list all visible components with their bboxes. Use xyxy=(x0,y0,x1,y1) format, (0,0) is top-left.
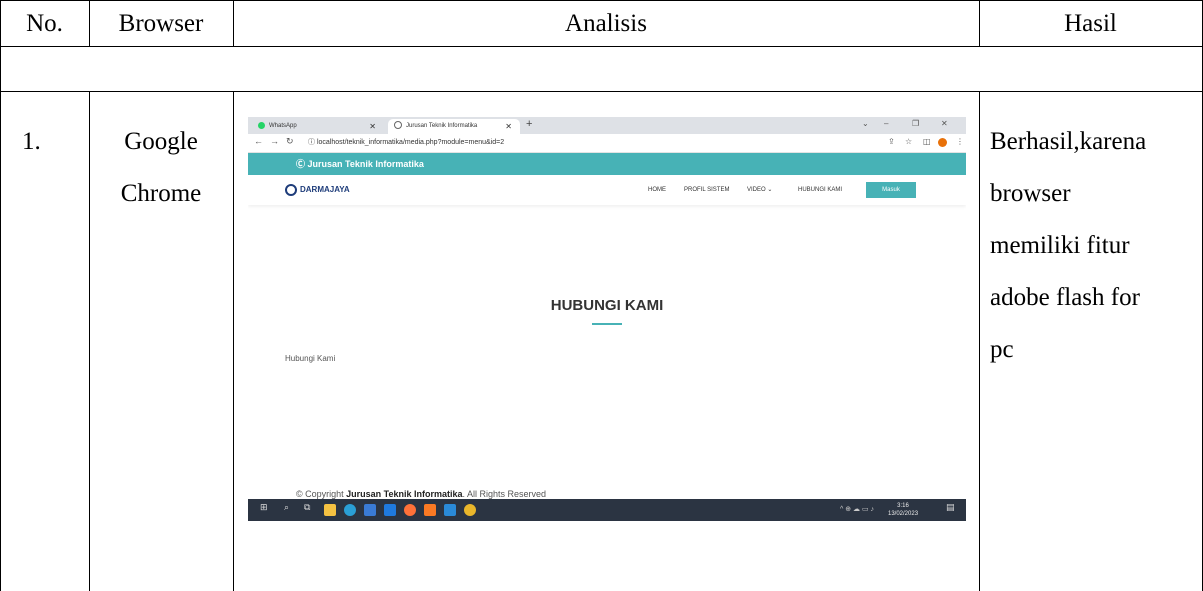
site-navbar: DARMAJAYA HOME PROFIL SISTEM VIDEO ⌄ HUB… xyxy=(248,175,966,205)
tab-jurusan[interactable]: Jurusan Teknik Informatika ✕ xyxy=(388,119,520,134)
address-bar-row: ← → ↻ ⓘ localhost/teknik_informatika/med… xyxy=(248,134,966,153)
forward-icon[interactable]: → xyxy=(270,136,279,146)
clock-time: 3:16 xyxy=(897,503,909,509)
profile-avatar[interactable] xyxy=(938,138,947,147)
header-hasil: Hasil xyxy=(1064,10,1117,37)
window-close-icon[interactable]: ✕ xyxy=(941,119,948,128)
file-explorer-icon[interactable] xyxy=(324,504,336,516)
minimize-icon[interactable]: – xyxy=(884,119,888,128)
site-top-bar: Ⓒ Jurusan Teknik Informatika xyxy=(248,153,966,175)
browser-name-line1: Google xyxy=(124,128,198,155)
table-empty-row-divider xyxy=(0,91,1203,92)
result-line-2: browser xyxy=(990,180,1071,207)
header-no: No. xyxy=(26,10,63,37)
copyright-bold: Jurusan Teknik Informatika xyxy=(346,489,463,499)
chevron-down-icon[interactable]: ⌄ xyxy=(862,119,869,128)
browser-screenshot: WhatsApp ✕ Jurusan Teknik Informatika ✕ … xyxy=(248,117,966,521)
star-icon[interactable]: ☆ xyxy=(905,137,912,146)
result-line-1: Berhasil,karena xyxy=(990,128,1147,155)
firefox-icon[interactable] xyxy=(404,504,416,516)
result-line-5: pc xyxy=(990,336,1014,363)
close-icon[interactable]: ✕ xyxy=(505,119,512,134)
copyright-prefix: © Copyright xyxy=(296,489,347,499)
site-top-bar-text: Ⓒ Jurusan Teknik Informatika xyxy=(296,159,424,169)
tab-label: WhatsApp xyxy=(269,123,297,129)
page-body-text: Hubungi Kami xyxy=(285,354,336,363)
task-view-icon[interactable]: ⧉ xyxy=(304,502,310,513)
xampp-icon[interactable] xyxy=(424,504,436,516)
masuk-button[interactable]: Masuk xyxy=(866,182,916,198)
chrome-icon[interactable] xyxy=(464,504,476,516)
browser-name-line2: Chrome xyxy=(120,180,202,207)
clock-date: 13/02/2023 xyxy=(888,511,919,517)
new-tab-button[interactable]: + xyxy=(526,118,532,130)
close-icon[interactable]: ✕ xyxy=(369,119,376,134)
tab-whatsapp[interactable]: WhatsApp ✕ xyxy=(252,119,384,134)
header-browser: Browser xyxy=(118,10,204,37)
notification-icon[interactable]: ▤ xyxy=(946,502,955,513)
table-border-left xyxy=(0,0,1,591)
kebab-menu-icon[interactable]: ⋮ xyxy=(956,137,964,146)
menu-hubungi-kami[interactable]: HUBUNGI KAMI xyxy=(798,175,842,205)
logo-text[interactable]: DARMAJAYA xyxy=(300,175,350,205)
copyright-text: © Copyright Jurusan Teknik Informatika. … xyxy=(296,489,546,499)
sidepanel-icon[interactable]: ◫ xyxy=(923,137,931,146)
mail-icon[interactable] xyxy=(384,504,396,516)
vscode-icon[interactable] xyxy=(444,504,456,516)
store-icon[interactable] xyxy=(364,504,376,516)
share-icon[interactable]: ⇪ xyxy=(888,137,895,146)
edge-icon[interactable] xyxy=(344,504,356,516)
col-divider-2 xyxy=(233,91,234,591)
col-divider-3 xyxy=(979,91,980,591)
menu-profil-sistem[interactable]: PROFIL SISTEM xyxy=(684,175,729,205)
darmajaya-logo-icon xyxy=(285,184,297,196)
tab-label: Jurusan Teknik Informatika xyxy=(406,123,478,129)
restore-icon[interactable]: ❐ xyxy=(912,119,919,128)
row-number: 1. xyxy=(22,128,41,155)
search-icon[interactable]: ⌕ xyxy=(284,502,289,513)
back-icon[interactable]: ← xyxy=(254,136,263,146)
start-icon[interactable]: ⊞ xyxy=(260,502,268,513)
site-icon xyxy=(394,121,402,130)
title-underline xyxy=(592,323,622,325)
result-line-3: memiliki fitur xyxy=(990,232,1130,259)
browser-tab-bar: WhatsApp ✕ Jurusan Teknik Informatika ✕ … xyxy=(248,117,966,134)
info-icon: ⓘ xyxy=(308,139,315,146)
taskbar-clock[interactable]: 3:16 13/02/2023 xyxy=(888,502,918,518)
menu-video[interactable]: VIDEO ⌄ xyxy=(747,175,772,205)
whatsapp-icon xyxy=(258,121,265,129)
url-field[interactable]: ⓘ localhost/teknik_informatika/media.php… xyxy=(308,136,828,150)
url-text: localhost/teknik_informatika/media.php?m… xyxy=(316,139,505,146)
windows-taskbar: ⊞ ⌕ ⧉ ^ ⊕ ☁ ▭ ♪ 3:16 13/02/2023 ▤ xyxy=(248,499,966,521)
table-header-divider xyxy=(0,46,1203,47)
system-tray-icons[interactable]: ^ ⊕ ☁ ▭ ♪ xyxy=(840,499,874,521)
header-analisis: Analisis xyxy=(565,10,647,37)
page-title: HUBUNGI KAMI xyxy=(550,297,664,314)
reload-icon[interactable]: ↻ xyxy=(286,136,294,147)
menu-home[interactable]: HOME xyxy=(648,175,666,205)
copyright-suffix: . All Rights Reserved xyxy=(462,489,547,499)
result-line-4: adobe flash for xyxy=(990,284,1140,311)
